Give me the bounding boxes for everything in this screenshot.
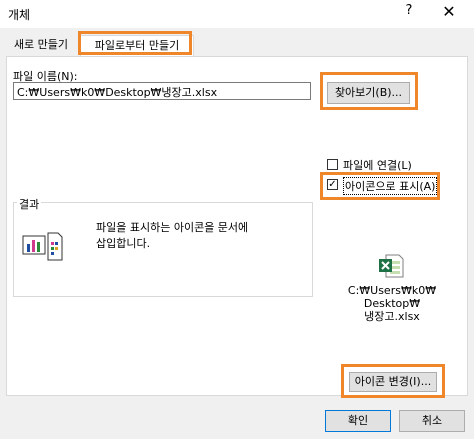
result-line-2: 삽입합니다. [96,237,151,250]
result-description: 파일을 표시하는 아이콘을 문서에 삽입합니다. [96,220,296,252]
result-legend: 결과 [17,196,42,212]
browse-button[interactable]: 찾아보기(B)... [327,82,410,104]
tab-create-from-file[interactable]: 파일로부터 만들기 [80,35,194,56]
icon-caption-line-2: Desktop₩ [363,297,421,310]
display-as-icon-label[interactable]: 아이콘으로 표시(A) [343,177,438,195]
display-as-icon-checkbox[interactable]: ✓ [327,179,338,190]
icon-caption-line-1: C:₩Users₩k0₩ [347,284,437,297]
tab-strip-divider [6,56,468,57]
tab-create-new[interactable]: 새로 만들기 [6,35,76,55]
icon-caption-line-3: 냉장고.xlsx [364,310,420,323]
result-line-1: 파일을 표시하는 아이콘을 문서에 [96,221,249,234]
cancel-button[interactable]: 취소 [399,410,465,432]
help-button[interactable]: ? [400,3,418,23]
result-insert-icon [22,232,63,261]
link-to-file-label[interactable]: 파일에 연결(L) [343,157,412,173]
icon-caption: C:₩Users₩k0₩ Desktop₩ 냉장고.xlsx [335,284,449,323]
filename-input[interactable]: C:₩Users₩k0₩Desktop₩냉장고.xlsx [13,82,311,100]
ok-button[interactable]: 확인 [325,410,391,432]
dialog-title: 개체 [8,8,31,22]
change-icon-button[interactable]: 아이콘 변경(I)... [349,372,437,392]
link-to-file-checkbox[interactable] [327,159,338,170]
close-button[interactable]: ✕ [437,2,461,24]
excel-file-icon [379,254,404,278]
